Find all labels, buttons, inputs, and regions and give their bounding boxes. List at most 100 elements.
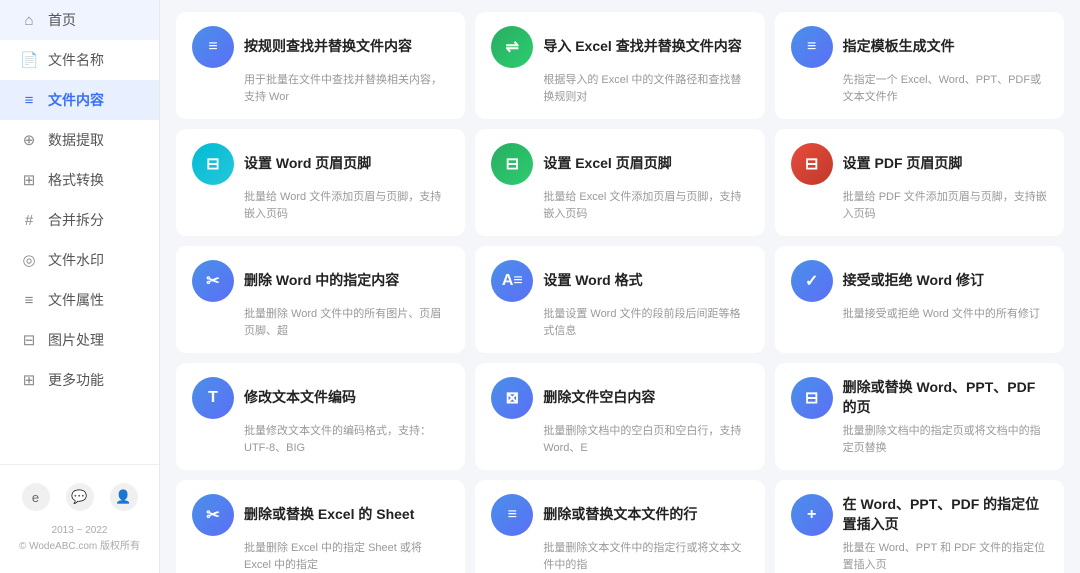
sidebar-item-home[interactable]: ⌂ 首页 bbox=[0, 0, 159, 40]
card-excel-header-footer[interactable]: ⊟ 设置 Excel 页眉页脚 批量给 Excel 文件添加页眉与页脚，支持嵌入… bbox=[475, 129, 764, 236]
sidebar: ⌂ 首页 📄 文件名称 ≡ 文件内容 ⊕ 数据提取 ⊞ 格式转换 # 合并拆分 … bbox=[0, 0, 160, 573]
card-header-template-gen: ≡ 指定模板生成文件 bbox=[791, 26, 1048, 68]
card-desc-word-header-footer: 批量给 Word 文件添加页眉与页脚，支持嵌入页码 bbox=[244, 189, 449, 222]
home-icon: ⌂ bbox=[20, 12, 38, 29]
card-header-word-header-footer: ⊟ 设置 Word 页眉页脚 bbox=[192, 143, 449, 185]
sidebar-label-dataextract: 数据提取 bbox=[48, 130, 104, 150]
card-icon-delete-excel-sheet: ✂ bbox=[192, 494, 234, 536]
card-desc-insert-page: 批量在 Word、PPT 和 PDF 文件的指定位置插入页 bbox=[843, 540, 1048, 573]
card-insert-page[interactable]: + 在 Word、PPT、PDF 的指定位置插入页 批量在 Word、PPT 和… bbox=[775, 480, 1064, 573]
card-header-excel-header-footer: ⊟ 设置 Excel 页眉页脚 bbox=[491, 143, 748, 185]
card-title-delete-excel-sheet: 删除或替换 Excel 的 Sheet bbox=[244, 505, 414, 525]
card-title-delete-text-row: 删除或替换文本文件的行 bbox=[543, 505, 697, 525]
sidebar-bottom: e 💬 👤 2013 ~ 2022 © WodeABC.com 版权所有 bbox=[0, 464, 159, 573]
card-icon-template-gen: ≡ bbox=[791, 26, 833, 68]
card-icon-word-accept-reject: ✓ bbox=[791, 260, 833, 302]
copyright: 2013 ~ 2022 © WodeABC.com 版权所有 bbox=[0, 519, 159, 563]
sidebar-item-dataextract[interactable]: ⊕ 数据提取 bbox=[0, 120, 159, 160]
card-title-pdf-header-footer: 设置 PDF 页眉页脚 bbox=[843, 154, 963, 174]
card-excel-import-replace[interactable]: ⇌ 导入 Excel 查找并替换文件内容 根据导入的 Excel 中的文件路径和… bbox=[475, 12, 764, 119]
card-title-insert-page: 在 Word、PPT、PDF 的指定位置插入页 bbox=[843, 495, 1048, 534]
sidebar-item-formatconv[interactable]: ⊞ 格式转换 bbox=[0, 160, 159, 200]
card-desc-rule-replace: 用于批量在文件中查找并替换相关内容，支持 Wor bbox=[244, 72, 449, 105]
browser-icon[interactable]: e bbox=[22, 483, 50, 511]
card-header-word-delete-content: ✂ 删除 Word 中的指定内容 bbox=[192, 260, 449, 302]
card-delete-replace-page[interactable]: ⊟ 删除或替换 Word、PPT、PDF 的页 批量删除文档中的指定页或将文档中… bbox=[775, 363, 1064, 470]
card-word-set-format[interactable]: A≡ 设置 Word 格式 批量设置 Word 文件的段前段后间距等格式信息 bbox=[475, 246, 764, 353]
card-header-delete-text-row: ≡ 删除或替换文本文件的行 bbox=[491, 494, 748, 536]
card-icon-delete-replace-page: ⊟ bbox=[791, 377, 833, 419]
card-title-template-gen: 指定模板生成文件 bbox=[843, 37, 955, 57]
card-desc-word-accept-reject: 批量接受或拒绝 Word 文件中的所有修订 bbox=[843, 306, 1048, 323]
card-word-header-footer[interactable]: ⊟ 设置 Word 页眉页脚 批量给 Word 文件添加页眉与页脚，支持嵌入页码 bbox=[176, 129, 465, 236]
card-desc-delete-excel-sheet: 批量删除 Excel 中的指定 Sheet 或将 Excel 中的指定 bbox=[244, 540, 449, 573]
card-desc-excel-header-footer: 批量给 Excel 文件添加页眉与页脚，支持嵌入页码 bbox=[543, 189, 748, 222]
card-delete-excel-sheet[interactable]: ✂ 删除或替换 Excel 的 Sheet 批量删除 Excel 中的指定 Sh… bbox=[176, 480, 465, 573]
sidebar-label-mergesplit: 合并拆分 bbox=[48, 210, 104, 230]
card-header-excel-import-replace: ⇌ 导入 Excel 查找并替换文件内容 bbox=[491, 26, 748, 68]
card-icon-text-encoding: T bbox=[192, 377, 234, 419]
chat-icon[interactable]: 💬 bbox=[66, 483, 94, 511]
sidebar-item-watermark[interactable]: ◎ 文件水印 bbox=[0, 240, 159, 280]
card-title-text-encoding: 修改文本文件编码 bbox=[244, 388, 356, 408]
sidebar-label-home: 首页 bbox=[48, 10, 76, 30]
card-icon-word-set-format: A≡ bbox=[491, 260, 533, 302]
card-desc-word-delete-content: 批量删除 Word 文件中的所有图片、页眉页脚、超 bbox=[244, 306, 449, 339]
card-header-word-accept-reject: ✓ 接受或拒绝 Word 修订 bbox=[791, 260, 1048, 302]
card-header-delete-blank: ⊠ 删除文件空白内容 bbox=[491, 377, 748, 419]
card-word-accept-reject[interactable]: ✓ 接受或拒绝 Word 修订 批量接受或拒绝 Word 文件中的所有修订 bbox=[775, 246, 1064, 353]
card-title-excel-header-footer: 设置 Excel 页眉页脚 bbox=[543, 154, 671, 174]
more-icon: ⊞ bbox=[20, 371, 38, 389]
card-pdf-header-footer[interactable]: ⊟ 设置 PDF 页眉页脚 批量给 PDF 文件添加页眉与页脚，支持嵌入页码 bbox=[775, 129, 1064, 236]
card-icon-word-delete-content: ✂ bbox=[192, 260, 234, 302]
fileattr-icon: ≡ bbox=[20, 292, 38, 309]
card-icon-pdf-header-footer: ⊟ bbox=[791, 143, 833, 185]
card-icon-delete-blank: ⊠ bbox=[491, 377, 533, 419]
watermark-icon: ◎ bbox=[20, 251, 38, 269]
card-header-rule-replace: ≡ 按规则查找并替换文件内容 bbox=[192, 26, 449, 68]
card-header-insert-page: + 在 Word、PPT、PDF 的指定位置插入页 bbox=[791, 494, 1048, 536]
sidebar-item-more[interactable]: ⊞ 更多功能 bbox=[0, 360, 159, 400]
card-header-text-encoding: T 修改文本文件编码 bbox=[192, 377, 449, 419]
cards-grid: ≡ 按规则查找并替换文件内容 用于批量在文件中查找并替换相关内容，支持 Wor … bbox=[176, 12, 1064, 573]
imgproc-icon: ⊟ bbox=[20, 331, 38, 349]
dataextract-icon: ⊕ bbox=[20, 131, 38, 149]
card-delete-blank[interactable]: ⊠ 删除文件空白内容 批量删除文档中的空白页和空白行，支持 Word、E bbox=[475, 363, 764, 470]
card-desc-excel-import-replace: 根据导入的 Excel 中的文件路径和查找替换规则对 bbox=[543, 72, 748, 105]
sidebar-bottom-actions: e 💬 👤 bbox=[0, 475, 159, 519]
card-header-word-set-format: A≡ 设置 Word 格式 bbox=[491, 260, 748, 302]
card-desc-delete-replace-page: 批量删除文档中的指定页或将文档中的指定页替换 bbox=[843, 423, 1048, 456]
card-desc-text-encoding: 批量修改文本文件的编码格式，支持：UTF-8、BIG bbox=[244, 423, 449, 456]
card-icon-excel-header-footer: ⊟ bbox=[491, 143, 533, 185]
sidebar-item-filename[interactable]: 📄 文件名称 bbox=[0, 40, 159, 80]
sidebar-item-imgproc[interactable]: ⊟ 图片处理 bbox=[0, 320, 159, 360]
sidebar-item-filecontent[interactable]: ≡ 文件内容 bbox=[0, 80, 159, 120]
card-delete-text-row[interactable]: ≡ 删除或替换文本文件的行 批量删除文本文件中的指定行或将文本文件中的指 bbox=[475, 480, 764, 573]
card-rule-replace[interactable]: ≡ 按规则查找并替换文件内容 用于批量在文件中查找并替换相关内容，支持 Wor bbox=[176, 12, 465, 119]
card-title-word-accept-reject: 接受或拒绝 Word 修订 bbox=[843, 271, 984, 291]
card-icon-excel-import-replace: ⇌ bbox=[491, 26, 533, 68]
card-icon-delete-text-row: ≡ bbox=[491, 494, 533, 536]
card-template-gen[interactable]: ≡ 指定模板生成文件 先指定一个 Excel、Word、PPT、PDF或文本文件… bbox=[775, 12, 1064, 119]
card-title-word-header-footer: 设置 Word 页眉页脚 bbox=[244, 154, 371, 174]
sidebar-label-watermark: 文件水印 bbox=[48, 250, 104, 270]
card-icon-insert-page: + bbox=[791, 494, 833, 536]
card-text-encoding[interactable]: T 修改文本文件编码 批量修改文本文件的编码格式，支持：UTF-8、BIG bbox=[176, 363, 465, 470]
card-title-excel-import-replace: 导入 Excel 查找并替换文件内容 bbox=[543, 37, 741, 57]
filecontent-icon: ≡ bbox=[20, 92, 38, 109]
card-header-delete-replace-page: ⊟ 删除或替换 Word、PPT、PDF 的页 bbox=[791, 377, 1048, 419]
card-title-word-delete-content: 删除 Word 中的指定内容 bbox=[244, 271, 399, 291]
user-icon[interactable]: 👤 bbox=[110, 483, 138, 511]
card-word-delete-content[interactable]: ✂ 删除 Word 中的指定内容 批量删除 Word 文件中的所有图片、页眉页脚… bbox=[176, 246, 465, 353]
sidebar-label-filename: 文件名称 bbox=[48, 50, 104, 70]
card-title-word-set-format: 设置 Word 格式 bbox=[543, 271, 642, 291]
sidebar-item-mergesplit[interactable]: # 合并拆分 bbox=[0, 200, 159, 240]
card-icon-word-header-footer: ⊟ bbox=[192, 143, 234, 185]
sidebar-item-fileattr[interactable]: ≡ 文件属性 bbox=[0, 280, 159, 320]
card-title-delete-replace-page: 删除或替换 Word、PPT、PDF 的页 bbox=[843, 378, 1048, 417]
sidebar-label-filecontent: 文件内容 bbox=[48, 90, 104, 110]
sidebar-label-more: 更多功能 bbox=[48, 370, 104, 390]
mergesplit-icon: # bbox=[20, 212, 38, 229]
sidebar-label-formatconv: 格式转换 bbox=[48, 170, 104, 190]
card-title-delete-blank: 删除文件空白内容 bbox=[543, 388, 655, 408]
